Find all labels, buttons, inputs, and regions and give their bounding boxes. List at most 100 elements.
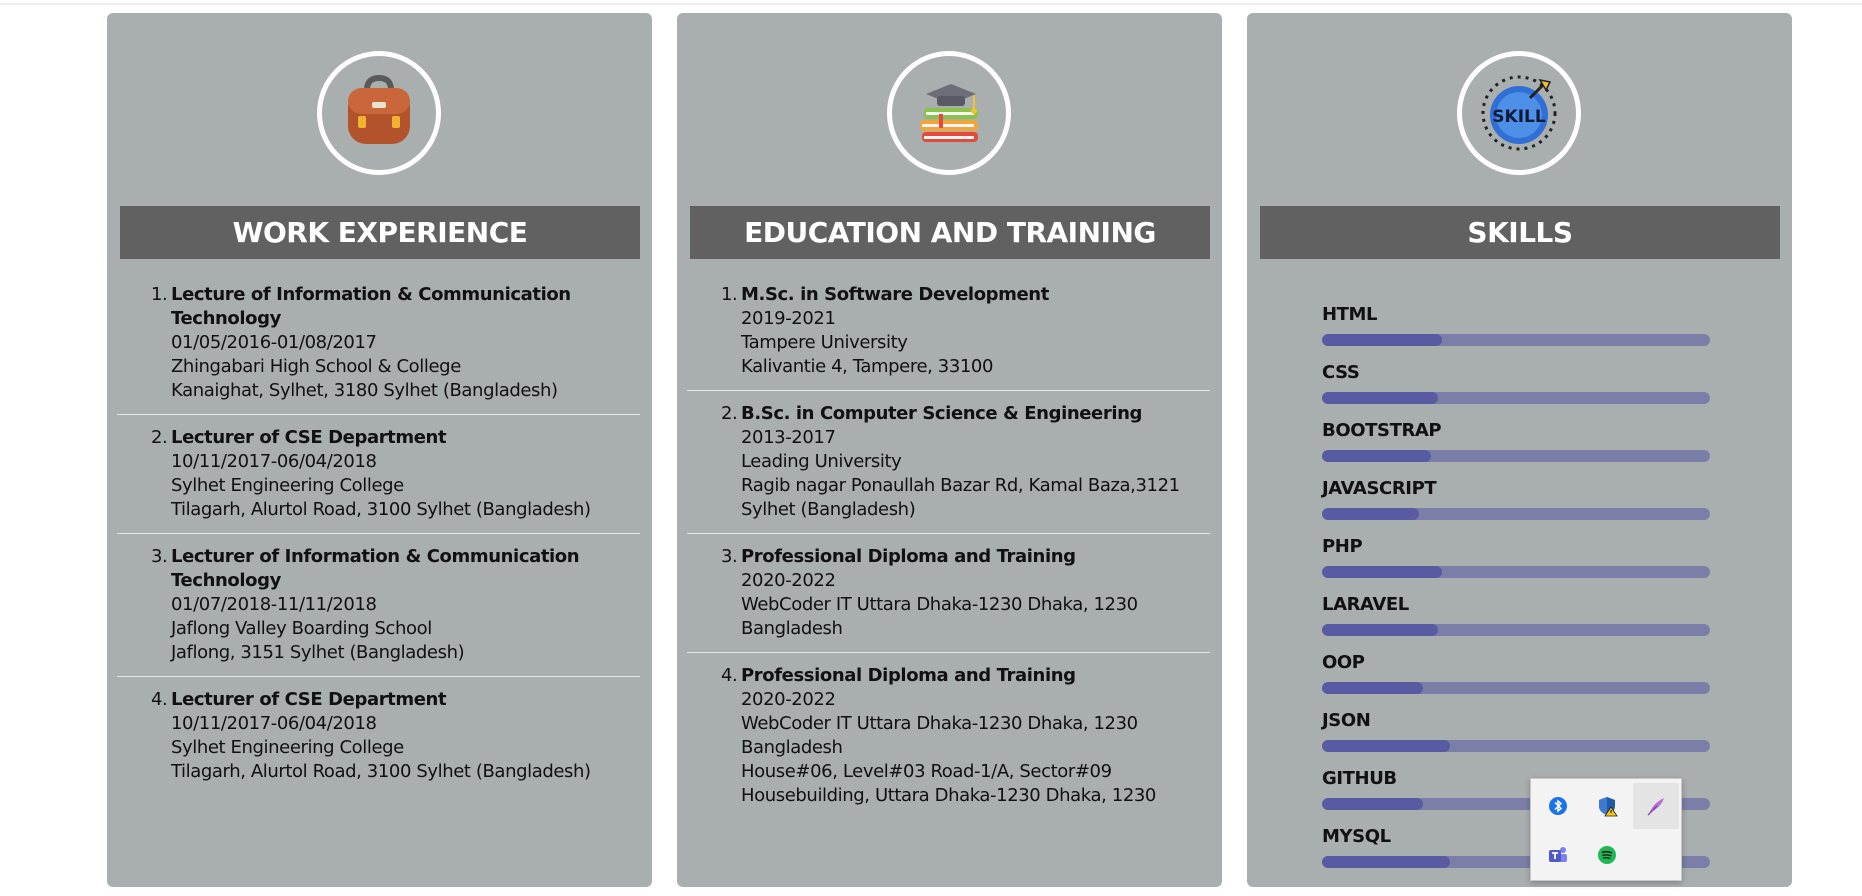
system-tray-overflow-popup [1530, 778, 1682, 881]
education-list: 1. M.Sc. in Software Development 2019-2021… [687, 283, 1210, 830]
entry-detail: Sylhet Engineering College [171, 737, 404, 758]
top-divider [0, 3, 1862, 5]
entry-detail: Leading University [741, 451, 902, 472]
entry-title: Lecturer of CSE Department [171, 427, 447, 448]
entry-number: 3. [721, 546, 738, 567]
entry-detail: Sylhet Engineering College [171, 475, 404, 496]
books-icon-badge [887, 51, 1011, 175]
entry-title: B.Sc. in Computer Science & Engineering [741, 403, 1143, 424]
skills-title: SKILLS [1260, 206, 1780, 259]
windows-security-tray-button[interactable] [1584, 783, 1630, 829]
skill-name: CSS [1322, 362, 1360, 383]
skill-progress-bar [1322, 334, 1710, 346]
skill-name: PHP [1322, 536, 1363, 557]
entry-detail: House#06, Level#03 Road-1/A, Sector#09 H… [741, 761, 1156, 806]
entry-detail: Zhingabari High School & College [171, 356, 461, 377]
entry-detail: Tampere University [741, 332, 908, 353]
skill-row: CSS [1322, 361, 1710, 419]
entry-detail: WebCoder IT Uttara Dhaka-1230 Dhaka, 123… [741, 713, 1138, 758]
work-entry: 4. Lecturer of CSE Department 10/11/2017-0… [117, 688, 640, 795]
work-experience-card: WORK EXPERIENCE 1. Lecture of Information… [107, 13, 652, 887]
skill-badge-icon: SKILL [1481, 75, 1557, 151]
entry-detail: Jaflong Valley Boarding School [171, 618, 432, 639]
entry-detail: WebCoder IT Uttara Dhaka-1230 Dhaka, 123… [741, 594, 1138, 639]
entry-detail: 2020-2022 [741, 689, 836, 710]
entry-detail: Jaflong, 3151 Sylhet (Bangladesh) [171, 642, 465, 663]
entry-number: 2. [721, 403, 738, 424]
entry-number: 2. [151, 427, 168, 448]
skill-progress-fill [1322, 740, 1451, 752]
entry-number: 4. [721, 665, 738, 686]
spotify-icon [1598, 846, 1616, 864]
education-card: EDUCATION AND TRAINING 1. M.Sc. in Softwa… [677, 13, 1222, 887]
skill-progress-bar [1322, 624, 1710, 636]
spotify-tray-button[interactable] [1584, 832, 1630, 878]
education-entry: 2. B.Sc. in Computer Science & Engineerin… [687, 402, 1210, 534]
skill-progress-fill [1322, 682, 1423, 694]
graduation-books-icon [920, 84, 978, 142]
skill-progress-bar [1322, 740, 1710, 752]
skill-name: JAVASCRIPT [1322, 478, 1437, 499]
education-entry: 1. M.Sc. in Software Development 2019-2021… [687, 283, 1210, 391]
skill-row: OOP [1322, 651, 1710, 709]
entry-number: 1. [151, 284, 168, 305]
skill-progress-fill [1322, 624, 1439, 636]
entry-detail: Tilagarh, Alurtol Road, 3100 Sylhet (Ban… [171, 761, 591, 782]
work-entry: 2. Lecturer of CSE Department 10/11/2017-0… [117, 426, 640, 534]
windows-security-icon [1599, 797, 1618, 817]
skill-name: JSON [1322, 710, 1371, 731]
skill-progress-fill [1322, 856, 1451, 868]
education-title: EDUCATION AND TRAINING [690, 206, 1210, 259]
skill-name: OOP [1322, 652, 1365, 673]
work-experience-list: 1. Lecture of Information & Communication… [117, 283, 640, 806]
skill-progress-fill [1322, 334, 1443, 346]
skill-name: LARAVEL [1322, 594, 1409, 615]
entry-detail: Kalivantie 4, Tampere, 33100 [741, 356, 994, 377]
entry-number: 4. [151, 689, 168, 710]
teams-tray-button[interactable] [1535, 832, 1581, 878]
skill-progress-fill [1322, 508, 1419, 520]
skill-progress-fill [1322, 450, 1431, 462]
skill-row: LARAVEL [1322, 593, 1710, 651]
skill-icon-badge: SKILL [1457, 51, 1581, 175]
skill-name: HTML [1322, 304, 1378, 325]
skill-progress-fill [1322, 392, 1439, 404]
entry-number: 1. [721, 284, 738, 305]
entry-title: Lecturer of Information & Communication … [171, 546, 580, 591]
briefcase-icon [348, 74, 410, 144]
entry-detail: 01/07/2018-11/11/2018 [171, 594, 377, 615]
education-entry: 4. Professional Diploma and Training 2020-… [687, 664, 1210, 819]
skill-progress-bar [1322, 392, 1710, 404]
entry-detail: Tilagarh, Alurtol Road, 3100 Sylhet (Ban… [171, 499, 591, 520]
skill-progress-bar [1322, 682, 1710, 694]
work-experience-title: WORK EXPERIENCE [120, 206, 640, 259]
entry-title: Professional Diploma and Training [741, 665, 1076, 686]
skill-name: BOOTSTRAP [1322, 420, 1442, 441]
entry-title: Lecturer of CSE Department [171, 689, 447, 710]
entry-detail: 10/11/2017-06/04/2018 [171, 451, 377, 472]
bluetooth-icon [1549, 797, 1567, 815]
work-entry: 1. Lecture of Information & Communication… [117, 283, 640, 415]
skills-card: SKILL SKILLS HTML CSS BOOTSTRAP JAVASCRIPT P… [1247, 13, 1792, 887]
skill-row: JAVASCRIPT [1322, 477, 1710, 535]
bluetooth-tray-button[interactable] [1535, 783, 1581, 829]
skill-icon-text: SKILL [1492, 107, 1546, 127]
entry-detail: Ragib nagar Ponaullah Bazar Rd, Kamal Ba… [741, 475, 1180, 520]
skill-progress-bar [1322, 508, 1710, 520]
skill-row: BOOTSTRAP [1322, 419, 1710, 477]
skill-progress-bar [1322, 450, 1710, 462]
entry-title: Professional Diploma and Training [741, 546, 1076, 567]
pen-app-tray-button[interactable] [1633, 783, 1679, 829]
entry-detail: Kanaighat, Sylhet, 3180 Sylhet (Banglade… [171, 380, 558, 401]
skill-progress-fill [1322, 566, 1443, 578]
entry-detail: 2020-2022 [741, 570, 836, 591]
skill-progress-bar [1322, 566, 1710, 578]
skill-row: PHP [1322, 535, 1710, 593]
education-entry: 3. Professional Diploma and Training 2020-… [687, 545, 1210, 653]
entry-title: M.Sc. in Software Development [741, 284, 1049, 305]
briefcase-icon-badge [317, 51, 441, 175]
work-entry: 3. Lecturer of Information & Communicatio… [117, 545, 640, 677]
skill-row: HTML [1322, 303, 1710, 361]
skill-progress-fill [1322, 798, 1423, 810]
entry-detail: 2013-2017 [741, 427, 836, 448]
